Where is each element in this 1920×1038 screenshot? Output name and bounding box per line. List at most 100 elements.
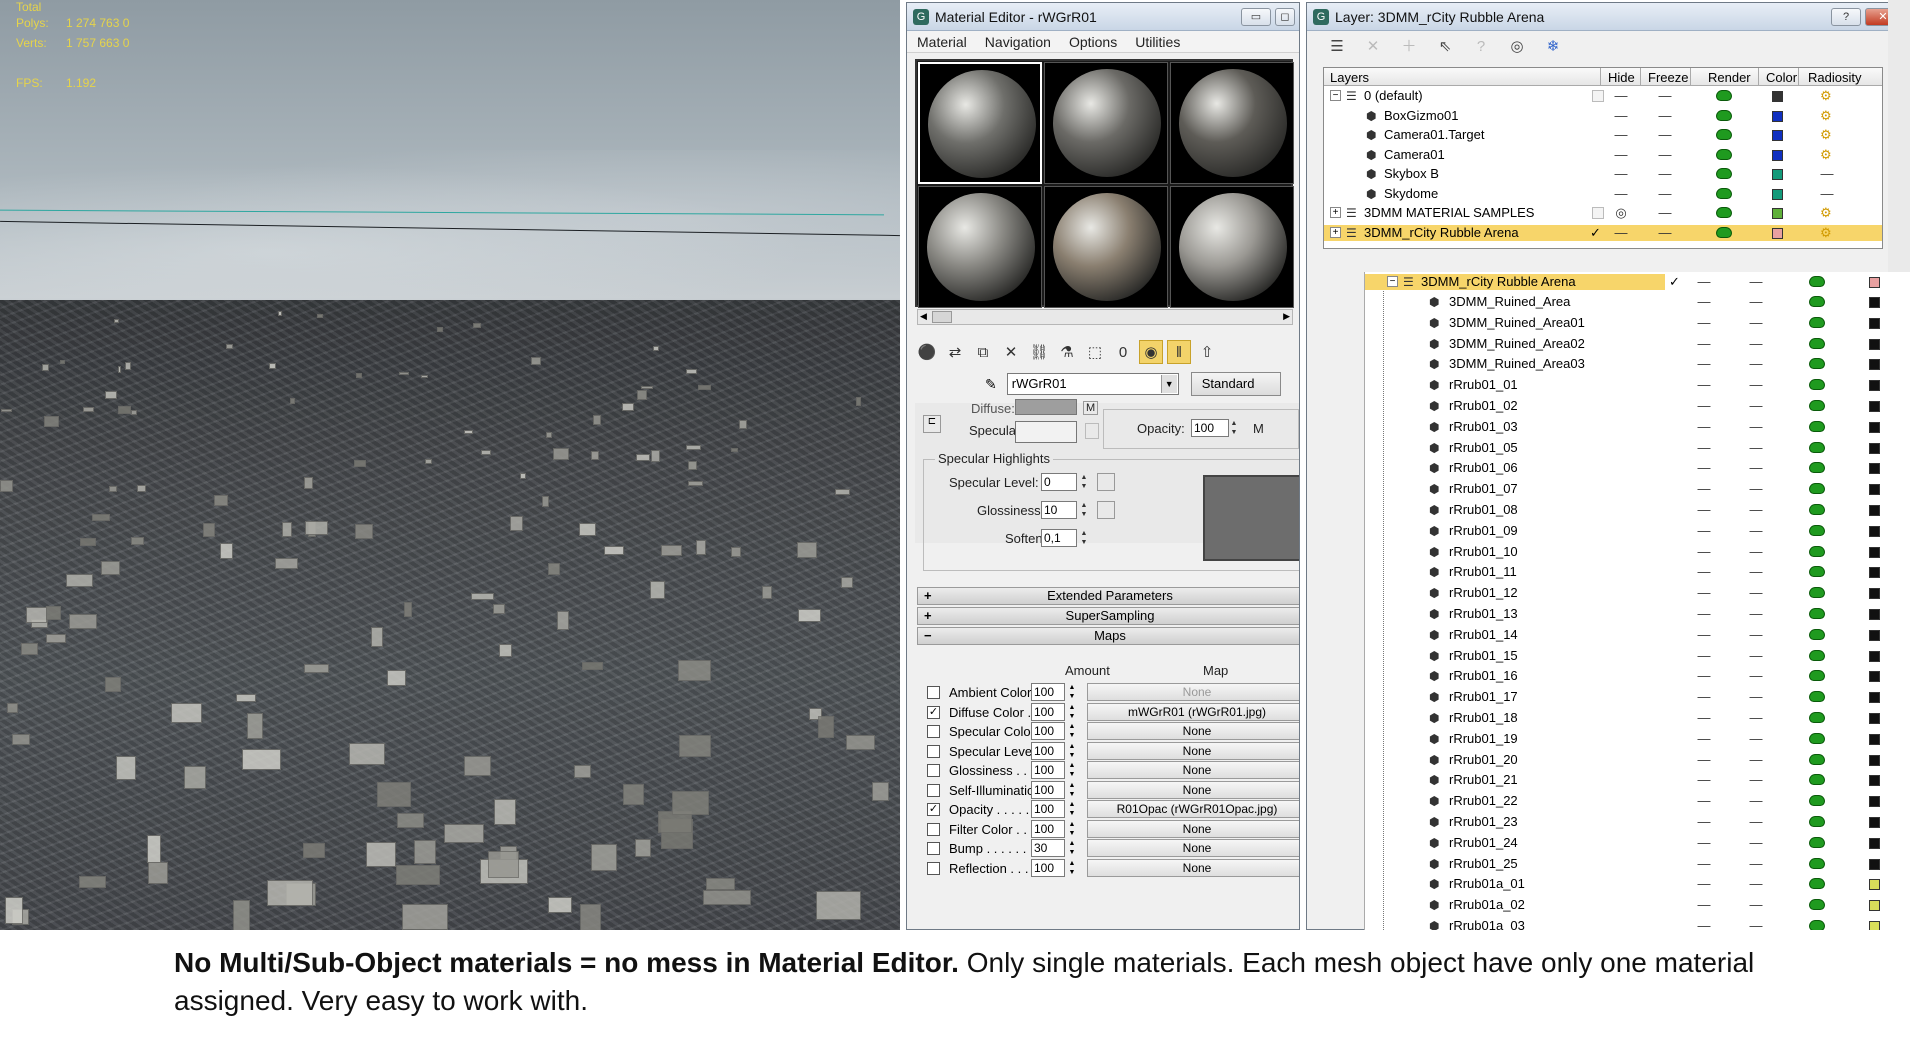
map-amount-spinner-icon[interactable]: ▲ ▼ [1067,859,1077,877]
object-row[interactable]: ⬢ 3DMM_Ruined_Area02 — — [1365,336,1920,352]
current-layer-box[interactable] [1592,90,1604,102]
soften-spinner-icon[interactable]: ▲ ▼ [1079,529,1089,547]
sample-slot[interactable] [918,62,1042,184]
render-teapot-icon[interactable] [1809,358,1825,370]
layer-color-swatch[interactable] [1772,208,1783,219]
radiosity-icon[interactable]: ⚙ [1820,108,1832,124]
map-enable-checkbox[interactable] [927,861,940,875]
object-color-swatch[interactable] [1869,359,1880,371]
object-color-swatch[interactable] [1869,754,1880,766]
freeze-toggle[interactable]: — [1658,147,1672,162]
current-layer-check-icon[interactable]: ✓ [1669,274,1680,290]
render-teapot-icon[interactable] [1809,316,1825,328]
opacity-map-button[interactable]: M [1253,421,1264,436]
map-enable-checkbox[interactable] [927,725,940,738]
object-row[interactable]: ⬢ 3DMM_Ruined_Area03 — — [1365,356,1920,372]
show-end-result-icon[interactable]: ‖ [1167,340,1191,364]
assign-material-icon[interactable]: ⧉ [971,340,995,364]
object-color-swatch[interactable] [1869,317,1880,329]
delete-layer-icon[interactable]: ✕ [1363,37,1383,57]
object-color-swatch[interactable] [1869,546,1880,558]
render-teapot-icon[interactable] [1809,545,1825,557]
render-teapot-icon[interactable] [1716,90,1732,101]
hide-toggle[interactable]: — [1697,356,1711,371]
delete-icon[interactable]: ✕ [999,340,1023,364]
freeze-toggle[interactable]: — [1749,668,1763,683]
object-color-swatch[interactable] [1869,297,1880,308]
freeze-toggle[interactable]: — [1749,752,1763,767]
opacity-spinner-icon[interactable]: ▲ ▼ [1229,419,1239,437]
render-teapot-icon[interactable] [1809,795,1825,807]
map-amount-input[interactable]: 100 [1031,741,1065,760]
rollout-extended-parameters[interactable]: + Extended Parameters [917,587,1299,605]
hide-toggle[interactable]: — [1614,225,1628,240]
render-teapot-icon[interactable] [1809,774,1825,786]
hide-toggle[interactable]: — [1697,502,1711,517]
object-color-swatch[interactable] [1869,900,1880,912]
map-amount-spinner-icon[interactable]: ▲ ▼ [1067,742,1077,760]
freeze-toggle[interactable]: — [1749,897,1763,912]
render-teapot-icon[interactable] [1809,337,1825,349]
menu-utilities[interactable]: Utilities [1135,34,1180,50]
material-name-field[interactable]: rWGrR01 ▼ [1006,373,1179,395]
freeze-toggle[interactable]: — [1749,377,1763,392]
map-enable-checkbox[interactable] [927,686,940,699]
freeze-toggle[interactable]: — [1749,710,1763,725]
specular-swatch[interactable] [1015,421,1077,443]
freeze-toggle[interactable]: — [1749,918,1763,930]
layer-color-swatch[interactable] [1772,188,1783,200]
layer-color-swatch[interactable] [1772,227,1783,239]
object-row[interactable]: ⬢ BoxGizmo01 — — ⚙ [1324,108,1882,124]
hide-toggle[interactable]: — [1697,274,1711,289]
hide-toggle[interactable]: — [1614,108,1628,123]
map-amount-spinner-icon[interactable]: ▲ ▼ [1067,703,1077,721]
render-teapot-icon[interactable] [1809,857,1825,869]
create-layer-icon[interactable]: ☰ [1327,37,1347,57]
render-teapot-icon[interactable] [1809,816,1825,827]
map-amount-input[interactable]: 100 [1031,780,1065,799]
freeze-toggle[interactable]: — [1749,274,1763,289]
freeze-toggle[interactable]: — [1749,315,1763,330]
expand-icon[interactable]: + [1330,226,1341,238]
render-teapot-icon[interactable] [1716,207,1732,218]
column-render[interactable]: Render [1708,70,1751,85]
freeze-toggle[interactable]: — [1749,294,1763,309]
get-material-icon[interactable]: ⚫ [915,340,939,364]
object-row[interactable]: ⬢ Camera01 — — ⚙ [1324,147,1882,163]
menu-navigation[interactable]: Navigation [985,34,1051,50]
object-color-swatch[interactable] [1869,484,1880,496]
glossiness-spinner-icon[interactable]: ▲ ▼ [1079,501,1089,519]
object-color-swatch[interactable] [1869,609,1880,620]
hide-toggle[interactable]: — [1614,166,1628,181]
freeze-toggle[interactable]: — [1658,108,1672,123]
render-teapot-icon[interactable] [1716,168,1732,179]
freeze-toggle[interactable]: — [1749,731,1763,746]
hide-toggle[interactable]: — [1697,377,1711,392]
object-color-swatch[interactable] [1869,817,1880,828]
material-type-button[interactable]: Standard [1190,372,1281,396]
specular-level-input[interactable]: 0 [1041,473,1077,491]
object-color-swatch[interactable] [1869,421,1880,433]
render-teapot-icon[interactable] [1809,878,1825,890]
map-amount-spinner-icon[interactable]: ▲ ▼ [1067,800,1077,818]
object-row[interactable]: ⬢ rRrub01_21 — — [1365,772,1920,788]
object-row[interactable]: ⬢ rRrub01_08 — — [1365,502,1920,518]
help-button[interactable]: ? [1831,7,1861,26]
map-amount-input[interactable]: 100 [1031,702,1065,721]
layer-color-swatch[interactable] [1772,169,1783,180]
map-amount-input[interactable]: 100 [1031,722,1065,740]
channel-icon[interactable]: 0 [1111,340,1135,364]
object-row[interactable]: ⬢ rRrub01_05 — — [1365,440,1920,456]
hide-toggle[interactable]: — [1697,294,1711,309]
hide-toggle[interactable]: — [1697,419,1711,434]
map-amount-input[interactable]: 100 [1031,819,1065,838]
render-teapot-icon[interactable] [1716,226,1732,238]
freeze-toggle[interactable]: — [1749,481,1763,496]
object-color-swatch[interactable] [1869,858,1880,870]
freeze-toggle[interactable]: — [1749,689,1763,704]
hide-toggle[interactable]: — [1614,186,1628,201]
freeze-toggle[interactable]: — [1749,440,1763,455]
object-row[interactable]: ⬢ 3DMM_Ruined_Area01 — — [1365,315,1920,331]
object-color-swatch[interactable] [1869,588,1880,600]
object-row[interactable]: ⬢ rRrub01a_03 — — [1365,918,1920,930]
